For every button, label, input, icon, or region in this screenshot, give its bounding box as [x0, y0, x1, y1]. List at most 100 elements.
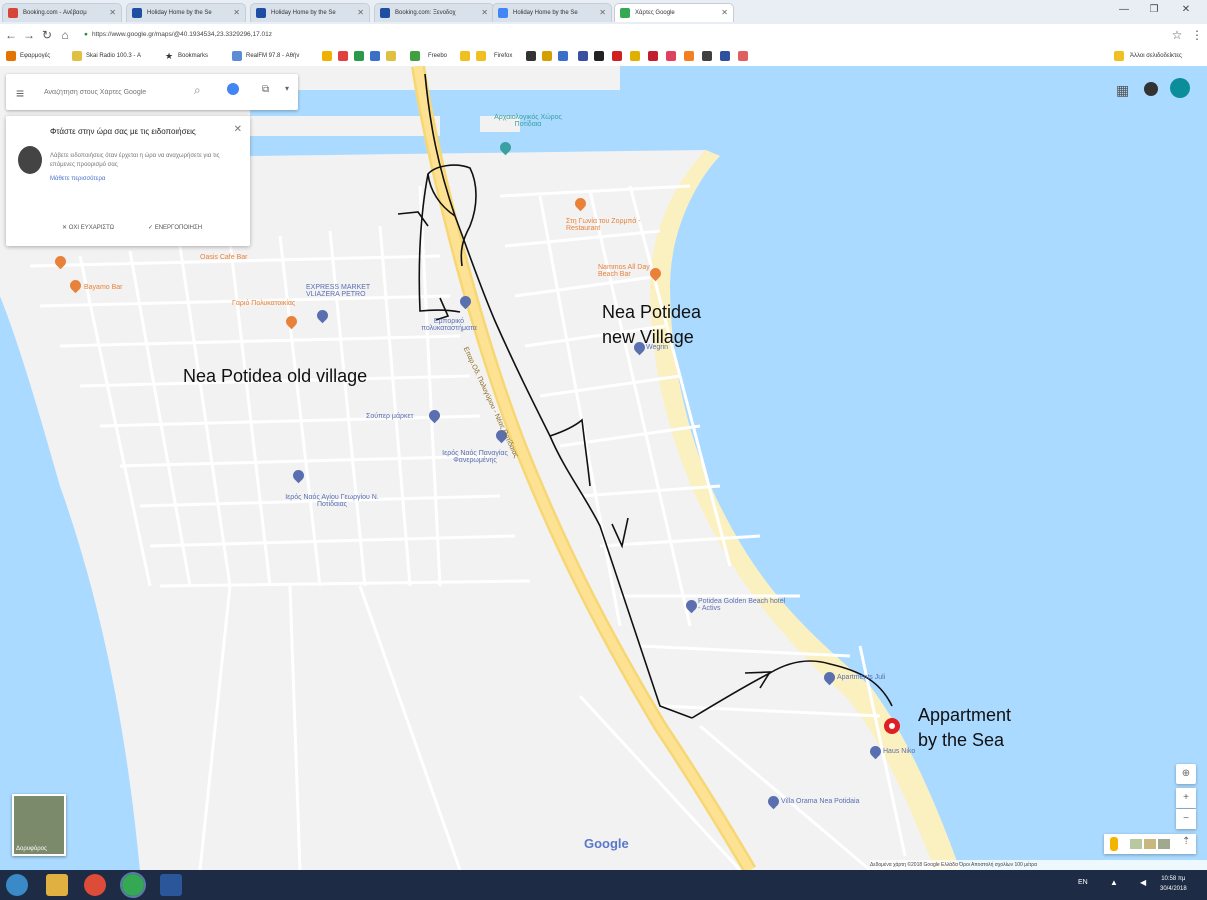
- browser-tab-1[interactable]: Booking.com - Ανέβασμ ✕: [2, 3, 122, 22]
- site-icon: [648, 51, 658, 61]
- url-input[interactable]: ● https://www.google.gr/maps/@40.1934534,…: [80, 27, 1180, 43]
- apps-icon: [6, 51, 16, 61]
- close-icon[interactable]: ✕: [721, 4, 728, 22]
- annotation-new-village-line1: Nea Potidea: [602, 302, 702, 322]
- booking-icon: [132, 8, 142, 18]
- bookmark-bookmarks[interactable]: Bookmarks: [178, 50, 208, 62]
- avatar[interactable]: [1170, 78, 1190, 98]
- search-box: ≡ ⌕ ⧉ ▾: [6, 74, 298, 110]
- my-location-button[interactable]: ⊕: [1176, 764, 1196, 784]
- poi-supermarket[interactable]: Σούπερ μάρκετ: [366, 413, 413, 420]
- apps-grid-icon[interactable]: ▦: [1116, 82, 1129, 99]
- imagery-thumb-icon[interactable]: [1144, 839, 1156, 849]
- zoom-out-button[interactable]: −: [1176, 809, 1196, 829]
- annotation-new-village-line2: new Village: [602, 327, 694, 347]
- poi-oasis-cafe[interactable]: Oasis Cafe Bar: [200, 254, 247, 261]
- maps-pin-icon: [498, 8, 508, 18]
- site-icon: [578, 51, 588, 61]
- site-icon: [630, 51, 640, 61]
- expand-icon[interactable]: ⇡: [1182, 836, 1190, 847]
- poi-express-market[interactable]: EXPRESS MARKET VLIAZERA PETRO: [306, 284, 384, 298]
- bookmark-realfm[interactable]: RealFM 97.8 - Αθήν: [246, 50, 299, 62]
- bookmark-freebo[interactable]: Freebo: [428, 50, 447, 62]
- notifications-bell-icon: [18, 146, 42, 174]
- browser-tab-4[interactable]: Booking.com: Ξενοδοχ ✕: [374, 3, 494, 22]
- annotation-old-village: Nea Potidea old village: [183, 366, 368, 386]
- site-icon: [526, 51, 536, 61]
- directions-icon[interactable]: [227, 83, 239, 95]
- browser-tab-3[interactable]: Holiday Home by the Se ✕: [250, 3, 370, 22]
- start-icon[interactable]: [6, 874, 28, 896]
- poi-haus-niko[interactable]: Haus Niko: [883, 748, 915, 755]
- street-view-bar[interactable]: ⇡: [1104, 834, 1196, 854]
- close-icon[interactable]: ✕: [357, 4, 364, 22]
- layers-icon[interactable]: ⧉: [262, 84, 269, 95]
- network-icon[interactable]: ▲: [1110, 878, 1118, 887]
- check-icon: ✓: [148, 225, 155, 231]
- volume-icon[interactable]: ◀: [1140, 878, 1146, 887]
- browser-tab-2[interactable]: Holiday Home by the Se ✕: [126, 3, 246, 22]
- maximize-icon[interactable]: ❐: [1140, 2, 1168, 18]
- popup-body: Λάβετε ειδοποιήσεις όταν έρχεται η ώρα ν…: [50, 153, 220, 168]
- language-indicator[interactable]: EN: [1078, 879, 1088, 886]
- browser-tab-6-active[interactable]: Χάρτες Google ✕: [614, 3, 734, 22]
- booking-icon: [256, 8, 266, 18]
- poi-emporiko[interactable]: Εμπορικό πολυκαταστήματα: [414, 318, 484, 332]
- menu-dots-icon[interactable]: ⋮: [1190, 27, 1204, 43]
- site-icon: [354, 51, 364, 61]
- forward-icon[interactable]: →: [22, 27, 36, 43]
- bookmark-other[interactable]: Άλλοι σελιδοδείκτες: [1130, 50, 1182, 62]
- satellite-toggle[interactable]: Δορυφόρος: [12, 794, 66, 856]
- chrome-icon[interactable]: [120, 872, 146, 898]
- minimize-icon[interactable]: —: [1110, 2, 1138, 18]
- chevron-down-icon[interactable]: ▾: [285, 84, 289, 93]
- search-input[interactable]: [42, 83, 192, 101]
- notifications-icon[interactable]: [1144, 82, 1158, 96]
- close-icon[interactable]: ✕: [233, 4, 240, 22]
- popup-learn-more-link[interactable]: Μάθετε περισσότερα: [50, 176, 105, 182]
- bookmark-firefox[interactable]: Firefox: [494, 50, 512, 62]
- poi-gario[interactable]: Γαριό Πολυκατοικίας: [232, 300, 295, 307]
- chrome-icon[interactable]: [84, 874, 106, 896]
- popup-close-icon[interactable]: ✕: [234, 124, 242, 135]
- close-icon[interactable]: ✕: [599, 4, 606, 22]
- pegman-icon[interactable]: [1110, 837, 1118, 851]
- folder-icon: [72, 51, 82, 61]
- folder-icon: [232, 51, 242, 61]
- file-explorer-icon[interactable]: [46, 874, 68, 896]
- zoom-in-button[interactable]: +: [1176, 788, 1196, 808]
- imagery-thumb-icon[interactable]: [1158, 839, 1170, 849]
- popup-title: Φτάστε στην ώρα σας με τις ειδοποιήσεις: [50, 127, 196, 136]
- bookmark-skai[interactable]: Skai Radio 100.3 - Α: [86, 50, 141, 62]
- close-icon[interactable]: ✕: [109, 4, 116, 22]
- notifications-popup: ✕ Φτάστε στην ώρα σας με τις ειδοποιήσει…: [6, 116, 250, 246]
- site-icon: [594, 51, 604, 61]
- search-icon[interactable]: ⌕: [194, 83, 201, 98]
- poi-panagia-church[interactable]: Ιερός Ναός Παναγίας Φανερωμένης: [430, 450, 520, 464]
- poi-potidea-golden-beach[interactable]: Potidea Golden Beach hotel - Activs: [698, 598, 788, 612]
- poi-apartments-juli[interactable]: Apartments Juli: [837, 674, 885, 681]
- bookmark-star-icon: ★: [165, 51, 174, 61]
- close-icon[interactable]: ✕: [481, 4, 488, 22]
- star-icon[interactable]: ☆: [1170, 27, 1184, 43]
- word-icon[interactable]: [160, 874, 182, 896]
- poi-archaeological-site[interactable]: Αρχαιολογικός Χώρος Ποτίδαια: [488, 114, 568, 128]
- poi-villa-orama[interactable]: Villa Orama Nea Potidaia: [781, 798, 859, 805]
- poi-georgios-church[interactable]: Ιερός Ναός Αγίου Γεωργίου Ν. Ποτίδαιας: [282, 494, 382, 508]
- home-icon[interactable]: ⌂: [58, 27, 72, 43]
- back-icon[interactable]: ←: [4, 27, 18, 43]
- bookmark-apps[interactable]: Εφαρμογές: [20, 50, 50, 62]
- lock-icon: ●: [84, 31, 88, 38]
- folder-icon: [476, 51, 486, 61]
- clock[interactable]: 10:58 πμ 30/4/2018: [1160, 874, 1187, 894]
- popup-enable-button[interactable]: ✓ ΕΝΕΡΓΟΠΟΙΗΣΗ: [148, 224, 202, 231]
- reload-icon[interactable]: ↻: [40, 27, 54, 43]
- imagery-thumb-icon[interactable]: [1130, 839, 1142, 849]
- site-icon: [684, 51, 694, 61]
- hamburger-menu-icon[interactable]: ≡: [16, 85, 24, 101]
- poi-zorbas-restaurant[interactable]: Στη Γωνία του Ζορμπά - Restaurant: [566, 218, 661, 232]
- poi-bayamo-bar[interactable]: Bayamo Bar: [84, 284, 123, 291]
- popup-dismiss-button[interactable]: ✕ ΟΧΙ ΕΥΧΑΡΙΣΤΩ: [62, 224, 114, 231]
- browser-tab-5[interactable]: Holiday Home by the Se ✕: [492, 3, 612, 22]
- close-window-icon[interactable]: ✕: [1172, 2, 1200, 18]
